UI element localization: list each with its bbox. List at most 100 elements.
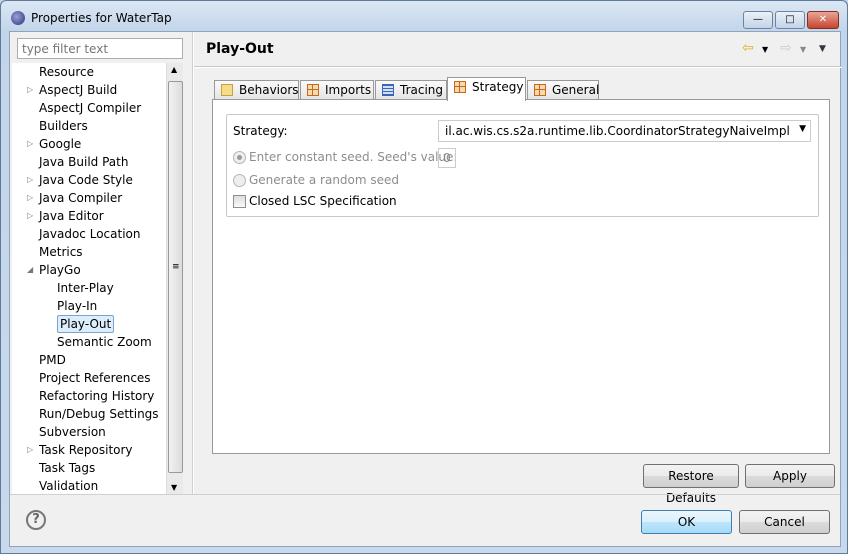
scroll-up-icon[interactable]: ▲ xyxy=(171,65,177,74)
ok-button[interactable]: OK xyxy=(641,510,732,534)
expand-icon[interactable]: ▷ xyxy=(27,189,33,207)
tree-item[interactable]: ▷ Task Repository xyxy=(12,441,172,459)
property-tree: Resource ▷ AspectJ Build AspectJ Compiler Bu… xyxy=(12,63,183,494)
tree-item[interactable]: Builders xyxy=(12,117,172,135)
tree-item[interactable]: Task Tags xyxy=(12,459,172,477)
chevron-down-icon: ▼ xyxy=(799,124,806,134)
closed-lsc-label: Closed LSC Specification xyxy=(249,194,397,208)
tab-imports[interactable]: Imports xyxy=(300,80,374,100)
random-seed-radio[interactable] xyxy=(233,174,246,187)
tree-item-label: Task Repository xyxy=(39,443,133,457)
maximize-button[interactable]: □ xyxy=(775,11,805,29)
tree-item[interactable]: ▷ Java Code Style xyxy=(12,171,172,189)
expand-icon[interactable]: ▷ xyxy=(27,171,33,189)
tracing-icon xyxy=(382,84,394,96)
dialog-window: Properties for WaterTap — □ ✕ Resource ▷ A… xyxy=(0,0,848,554)
tree-item-label: Play-In xyxy=(57,299,98,313)
strategy-panel: Strategy: il.ac.wis.cs.s2a.runtime.lib.C… xyxy=(212,99,830,454)
strategy-group: Strategy: il.ac.wis.cs.s2a.runtime.lib.C… xyxy=(226,114,819,217)
tree-item[interactable]: ▷ Java Editor xyxy=(12,207,172,225)
scroll-down-icon[interactable]: ▼ xyxy=(171,483,177,492)
apply-button[interactable]: Apply xyxy=(745,464,835,488)
constant-seed-radio[interactable] xyxy=(233,151,246,164)
view-menu-icon[interactable]: ▼ xyxy=(819,44,826,54)
tree-item[interactable]: Javadoc Location xyxy=(12,225,172,243)
tree-item-label: Java Build Path xyxy=(39,155,129,169)
forward-dropdown-icon[interactable]: ▼ xyxy=(800,45,806,54)
tree-item-label: Semantic Zoom xyxy=(57,335,152,349)
tree-item-label: Inter-Play xyxy=(57,281,114,295)
tree-item-label: Java Code Style xyxy=(39,173,133,187)
tree-item-label: Task Tags xyxy=(39,461,96,475)
button-bar: ? OK Cancel xyxy=(10,494,840,547)
grid-icon xyxy=(534,84,546,96)
expand-icon[interactable]: ▷ xyxy=(27,81,33,99)
tree-scrollbar[interactable]: ▲ ≡ ▼ xyxy=(166,63,183,494)
forward-arrow-icon[interactable]: ⇨ xyxy=(780,40,792,56)
tree-item-label: Run/Debug Settings xyxy=(39,407,159,421)
tree-item[interactable]: AspectJ Compiler xyxy=(12,99,172,117)
page-title: Play-Out xyxy=(206,41,274,57)
tree-item[interactable]: Metrics xyxy=(12,243,172,261)
help-icon[interactable]: ? xyxy=(26,510,46,530)
expand-icon[interactable]: ▷ xyxy=(27,207,33,225)
tree-item-label: Google xyxy=(39,137,82,151)
tab-tracing[interactable]: Tracing xyxy=(375,80,447,100)
tree-item[interactable]: Refactoring History xyxy=(12,387,172,405)
minimize-button[interactable]: — xyxy=(743,11,773,29)
tree-item[interactable]: Java Build Path xyxy=(12,153,172,171)
window-title: Properties for WaterTap xyxy=(31,11,172,25)
constant-seed-label: Enter constant seed. Seed's value: xyxy=(249,150,458,164)
tree-item-label: Play-Out xyxy=(57,315,115,333)
scroll-thumb[interactable]: ≡ xyxy=(168,81,183,473)
tree-item-label: Java Editor xyxy=(39,209,104,223)
back-arrow-icon[interactable]: ⇦ xyxy=(742,40,754,56)
tree-item-label: Javadoc Location xyxy=(39,227,141,241)
random-seed-label: Generate a random seed xyxy=(249,173,400,187)
seed-value-input[interactable]: 0 xyxy=(438,148,456,168)
tree-item-label: Subversion xyxy=(39,425,106,439)
closed-lsc-checkbox[interactable] xyxy=(233,195,246,208)
back-dropdown-icon[interactable]: ▼ xyxy=(762,45,768,54)
tree-item[interactable]: ◢ PlayGo xyxy=(12,261,172,279)
tree-item[interactable]: ▷ AspectJ Build xyxy=(12,81,172,99)
collapse-icon[interactable]: ◢ xyxy=(27,261,33,279)
tab-strategy[interactable]: Strategy xyxy=(447,77,526,101)
tab-general[interactable]: General xyxy=(527,80,599,100)
tree-item[interactable]: ▷ Google xyxy=(12,135,172,153)
tree-item-label: PlayGo xyxy=(39,263,81,277)
tree-item[interactable]: Project References xyxy=(12,369,172,387)
pane-divider[interactable] xyxy=(192,32,194,494)
grid-icon xyxy=(454,81,466,93)
tab-behaviors[interactable]: Behaviors xyxy=(214,80,299,100)
tree-item-label: AspectJ Build xyxy=(39,83,118,97)
expand-icon[interactable]: ▷ xyxy=(27,135,33,153)
tree-item-label: Resource xyxy=(39,65,95,79)
tree-item[interactable]: ▷ Java Compiler xyxy=(12,189,172,207)
filter-input[interactable] xyxy=(17,38,183,59)
tree-item-label: Project References xyxy=(39,371,151,385)
cancel-button[interactable]: Cancel xyxy=(739,510,830,534)
tree-item[interactable]: Play-In xyxy=(12,297,172,315)
strategy-label: Strategy: xyxy=(233,124,288,138)
expand-icon[interactable]: ▷ xyxy=(27,441,33,459)
behaviors-icon xyxy=(221,84,233,96)
tree-item[interactable]: Run/Debug Settings xyxy=(12,405,172,423)
tree-item[interactable]: PMD xyxy=(12,351,172,369)
tree-item-label: Java Compiler xyxy=(39,191,123,205)
grid-icon xyxy=(307,84,319,96)
tree-item-label: Validation xyxy=(39,479,99,493)
tree-item[interactable]: Play-Out xyxy=(12,315,172,333)
eclipse-icon xyxy=(11,11,25,25)
dialog-client: Resource ▷ AspectJ Build AspectJ Compiler Bu… xyxy=(9,31,842,547)
tree-item[interactable]: Semantic Zoom xyxy=(12,333,172,351)
tree-item-label: Refactoring History xyxy=(39,389,155,403)
close-button[interactable]: ✕ xyxy=(807,11,839,29)
tree-item-label: PMD xyxy=(39,353,66,367)
tree-item[interactable]: Inter-Play xyxy=(12,279,172,297)
restore-defaults-button[interactable]: Restore Defaults xyxy=(643,464,739,505)
tree-item[interactable]: Subversion xyxy=(12,423,172,441)
tree-item[interactable]: Resource xyxy=(12,63,172,81)
strategy-combo[interactable]: il.ac.wis.cs.s2a.runtime.lib.Coordinator… xyxy=(438,120,811,142)
tree-item[interactable]: Validation xyxy=(12,477,172,494)
